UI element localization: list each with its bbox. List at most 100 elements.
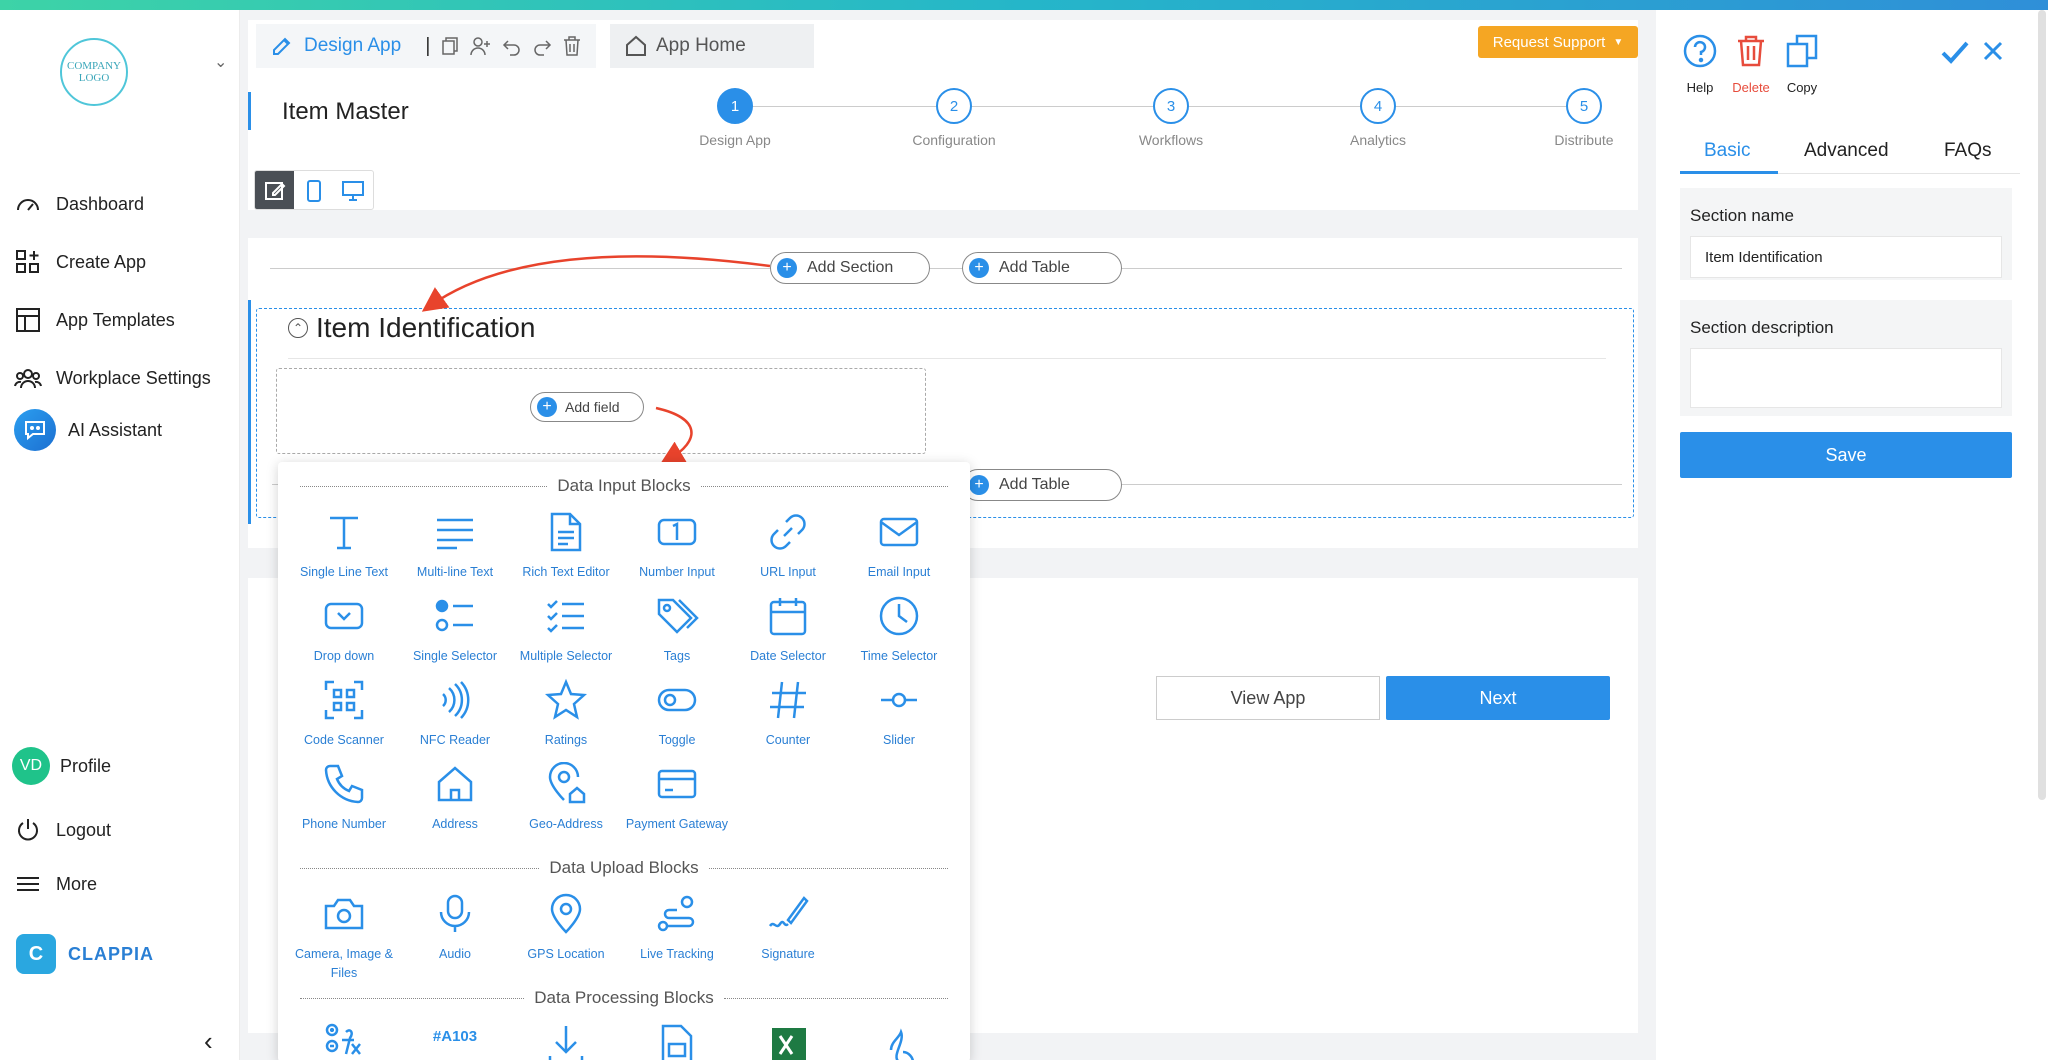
panel-tabs: Basic Advanced FAQs xyxy=(1680,130,2020,174)
camera-icon xyxy=(324,898,364,930)
download-icon xyxy=(548,1026,584,1060)
block-live-tracking[interactable]: Live Tracking xyxy=(622,892,732,964)
block-gps-location[interactable]: GPS Location xyxy=(511,892,621,964)
block-payment-gateway[interactable]: Payment Gateway xyxy=(622,762,732,834)
formula-icon xyxy=(325,1023,361,1055)
block-rich-text-editor[interactable]: Rich Text Editor xyxy=(511,510,621,582)
block-ratings[interactable]: Ratings xyxy=(511,678,621,750)
code-icon xyxy=(889,1028,914,1060)
block-label: Audio xyxy=(439,947,471,961)
tab-advanced[interactable]: Advanced xyxy=(1804,140,1889,162)
block-label: Slider xyxy=(883,733,915,747)
block-label: Camera, Image & Files xyxy=(295,947,393,980)
active-tab-indicator xyxy=(1680,171,1778,174)
close-icon[interactable] xyxy=(1982,40,2004,67)
section-name-input[interactable]: Item Identification xyxy=(1690,236,2002,278)
block-get-data[interactable] xyxy=(511,1022,621,1060)
block-time-selector[interactable]: Time Selector xyxy=(844,594,954,666)
copy-icon xyxy=(1786,34,1818,68)
block-drop-down[interactable]: Drop down xyxy=(289,594,399,666)
credit-card-icon xyxy=(657,769,697,799)
block-nfc-reader[interactable]: NFC Reader xyxy=(400,678,510,750)
block-label: URL Input xyxy=(760,565,816,579)
phone-icon xyxy=(324,764,364,804)
calendar-icon xyxy=(769,598,807,636)
block-label: Payment Gateway xyxy=(625,817,729,831)
tab-basic[interactable]: Basic xyxy=(1704,140,1750,162)
scrollbar[interactable] xyxy=(2038,10,2046,800)
block-address[interactable]: Address xyxy=(400,762,510,834)
section-name-label: Section name xyxy=(1690,206,1794,225)
block-label: GPS Location xyxy=(527,947,605,961)
category-data-input: Data Input Blocks xyxy=(300,476,948,496)
block-url-input[interactable]: URL Input xyxy=(733,510,843,582)
block-multi-line-text[interactable]: Multi-line Text xyxy=(400,510,510,582)
envelope-icon xyxy=(879,517,919,547)
block-signature[interactable]: Signature xyxy=(733,892,843,964)
number-icon xyxy=(657,518,697,546)
toggle-icon xyxy=(657,688,697,712)
block-label: Phone Number xyxy=(301,817,387,831)
block-excel[interactable] xyxy=(733,1022,843,1060)
block-email-input[interactable]: Email Input xyxy=(844,510,954,582)
copy-button[interactable]: Copy xyxy=(1762,30,1842,95)
category-data-processing: Data Processing Blocks xyxy=(300,988,948,1008)
block-multiple-selector[interactable]: Multiple Selector xyxy=(511,594,621,666)
clock-icon xyxy=(879,596,919,636)
house-icon xyxy=(437,766,473,802)
block-code[interactable] xyxy=(844,1022,954,1060)
category-title: Data Input Blocks xyxy=(557,476,691,495)
block-label: Address xyxy=(432,817,478,831)
section-name-group: Section name Item Identification xyxy=(1680,188,2012,280)
block-label: Multi-line Text xyxy=(416,565,494,579)
text-icon xyxy=(330,516,358,550)
block-date-selector[interactable]: Date Selector xyxy=(733,594,843,666)
block-label: Live Tracking xyxy=(640,947,714,961)
confirm-check-icon[interactable] xyxy=(1940,38,1970,73)
category-title: Data Processing Blocks xyxy=(534,988,714,1007)
qr-scan-icon xyxy=(324,680,364,720)
block-reports[interactable] xyxy=(622,1022,732,1060)
block-label: Toggle xyxy=(658,733,696,747)
block-label: Rich Text Editor xyxy=(522,565,610,579)
block-label: Single Line Text xyxy=(299,565,389,579)
block-geo-address[interactable]: Geo-Address xyxy=(511,761,621,834)
block-tags[interactable]: Tags xyxy=(622,594,732,666)
block-camera-image-files[interactable]: Camera, Image & Files xyxy=(289,892,399,983)
category-data-upload: Data Upload Blocks xyxy=(300,858,948,878)
block-label: Single Selector xyxy=(412,649,498,663)
block-label: Counter xyxy=(765,733,811,747)
arrow-to-section xyxy=(421,255,771,312)
star-icon xyxy=(544,678,588,720)
block-label: Ratings xyxy=(544,733,588,747)
section-description-group: Section description xyxy=(1680,300,2012,416)
section-description-label: Section description xyxy=(1690,318,1834,337)
action-label: Copy xyxy=(1786,80,1818,95)
block-toggle[interactable]: Toggle xyxy=(622,678,732,750)
block-number-input[interactable]: Number Input xyxy=(622,510,732,582)
block-single-line-text[interactable]: Single Line Text xyxy=(289,510,399,582)
signature-pen-icon xyxy=(768,896,809,928)
block-formula[interactable] xyxy=(289,1022,399,1060)
block-single-selector[interactable]: Single Selector xyxy=(400,594,510,666)
block-phone-number[interactable]: Phone Number xyxy=(289,762,399,834)
checklist-icon xyxy=(547,600,584,633)
geo-pin-icon xyxy=(548,761,586,804)
save-button[interactable]: Save xyxy=(1680,432,2012,478)
block-unique-id[interactable]: #A103 xyxy=(400,1028,510,1045)
block-label: Tags xyxy=(663,649,691,663)
tab-faqs[interactable]: FAQs xyxy=(1944,140,1992,162)
section-description-input[interactable] xyxy=(1690,348,2002,408)
block-label: Signature xyxy=(761,947,815,961)
block-label: Multiple Selector xyxy=(519,649,613,663)
block-label: NFC Reader xyxy=(419,733,491,747)
block-counter[interactable]: Counter xyxy=(733,678,843,750)
field-blocks-popup: Data Input Blocks Single Line Text Multi… xyxy=(278,462,970,1060)
block-label: Email Input xyxy=(867,565,931,579)
block-label: Geo-Address xyxy=(529,817,603,831)
block-audio[interactable]: Audio xyxy=(400,892,510,964)
microphone-icon xyxy=(439,894,471,932)
block-code-scanner[interactable]: Code Scanner xyxy=(289,678,399,750)
arrow-to-blocks xyxy=(655,406,693,466)
block-slider[interactable]: Slider xyxy=(844,678,954,750)
